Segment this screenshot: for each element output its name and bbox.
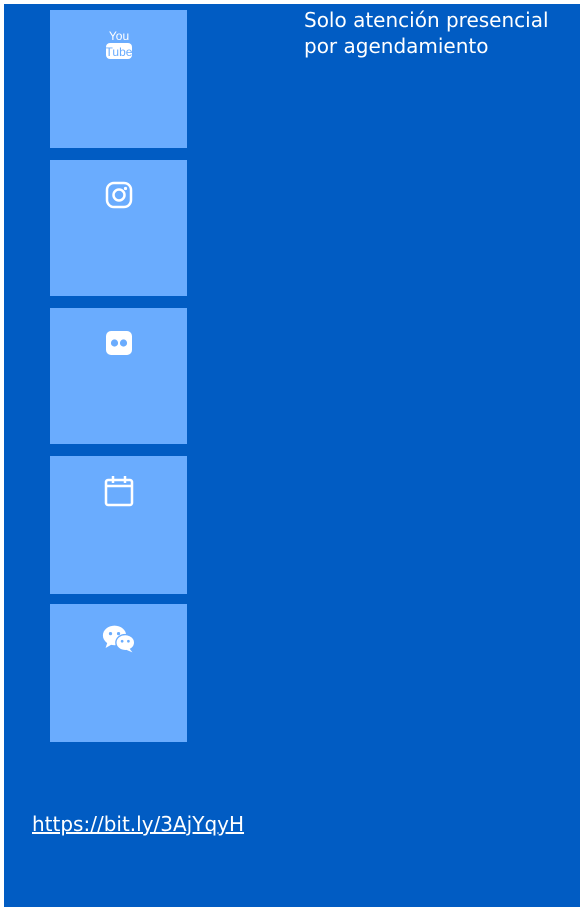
wechat-tile[interactable]	[50, 604, 187, 742]
instagram-icon	[102, 178, 136, 212]
attention-notice: Solo atención presencial por agendamient…	[304, 8, 549, 58]
instagram-tile[interactable]	[50, 160, 187, 296]
youtube-tile[interactable]: You Tube	[50, 10, 187, 148]
flickr-tile[interactable]	[50, 308, 187, 444]
short-link[interactable]: https://bit.ly/3AjYqyH	[32, 812, 244, 836]
calendar-icon	[102, 474, 136, 508]
svg-text:Tube: Tube	[105, 45, 132, 59]
svg-text:You: You	[108, 29, 128, 43]
contact-panel: You Tube Solo atención presencial por ag…	[4, 4, 580, 907]
wechat-icon	[102, 622, 136, 656]
youtube-icon: You Tube	[102, 28, 136, 62]
calendar-tile[interactable]	[50, 456, 187, 594]
flickr-icon	[102, 326, 136, 360]
